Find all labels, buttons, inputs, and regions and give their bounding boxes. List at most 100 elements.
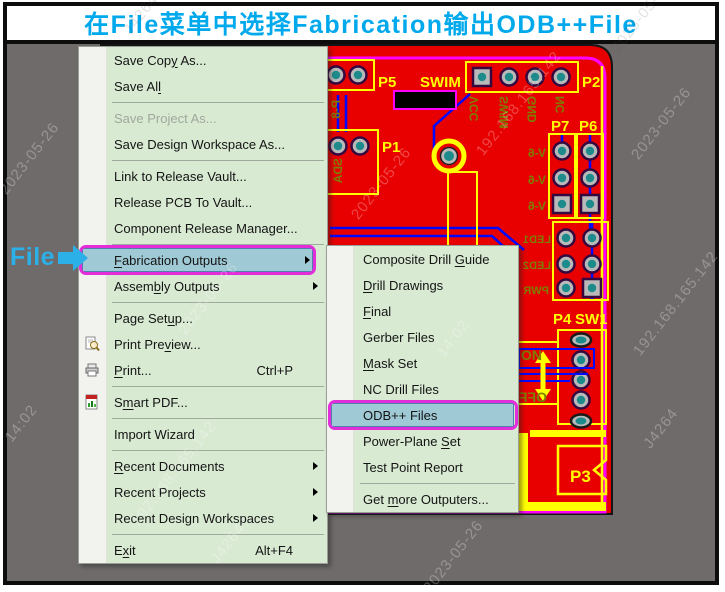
pcb-label-p2: P2 [582,74,600,91]
menu-item-label: Test Point Report [363,460,463,475]
menu-item-recent-design-workspaces[interactable]: Recent Design Workspaces [79,505,327,531]
submenu-arrow-icon [313,282,318,290]
menu-item-odb-files[interactable]: ODB++ Files [327,402,518,428]
pcb-label-p7: P7 [551,118,569,135]
menu-item-exit[interactable]: Exit Alt+F4 [79,537,327,563]
pcb-label-p5: P5 [378,74,396,91]
menu-item-label: Final [363,304,391,319]
submenu-rows: Composite Drill Guide Drill Drawings Final… [327,246,518,512]
menu-item-label: Drill Drawings [363,278,443,293]
pcb-pin-v6b: V-6 [528,173,546,187]
menu-item-label: Get more Outputers... [363,492,489,507]
menu-item-release-pcb-to-vault[interactable]: Release PCB To Vault... [79,189,327,215]
menu-item-label: Power-Plane Set [363,434,461,449]
submenu-arrow-icon [305,256,310,264]
menu-item-page-setup[interactable]: Page Setup... [79,305,327,331]
menu-item-mask-set[interactable]: Mask Set [327,350,518,376]
menu-item-label: Import Wizard [114,427,195,442]
printer-icon [84,362,100,378]
submenu-arrow-icon [313,462,318,470]
menu-item-import-wizard[interactable]: Import Wizard [79,421,327,447]
menu-item-save-project-as[interactable]: Save Project As... [79,105,327,131]
menu-item-label: Recent Projects [114,485,206,500]
submenu-arrow-icon [313,488,318,496]
menu-item-recent-projects[interactable]: Recent Projects [79,479,327,505]
screenshot: P5 SWIM P2 P7 P6 P1 P4 SW1 P3 VCC SWIM G… [0,0,725,592]
pcb-pin-sda: SDA [331,158,345,184]
menu-item-label: Gerber Files [363,330,435,345]
menu-item-label: Save Design Workspace As... [114,137,285,152]
menu-item-get-more-outputers[interactable]: Get more Outputers... [327,486,518,512]
menu-item-label: Fabrication Outputs [114,253,227,268]
pcb-label-swim: SWIM [420,74,461,91]
pcb-label-p1: P1 [382,139,400,156]
menu-item-label: Page Setup... [114,311,193,326]
menu-item-label: Assembly Outputs [114,279,220,294]
menu-item-recent-documents[interactable]: Recent Documents [79,453,327,479]
menu-item-label: NC Drill Files [363,382,439,397]
file-menu-rows: Save Copy As... Save All Save Project As..… [79,47,327,563]
file-menu: Save Copy As... Save All Save Project As..… [78,46,328,564]
tutorial-title: 在File菜单中选择Fabrication输出ODB++File [84,5,638,41]
menu-item-final[interactable]: Final [327,298,518,324]
pcb-label-p6: P6 [579,118,597,135]
menu-item-label: Recent Documents [114,459,225,474]
submenu-arrow-icon [313,514,318,522]
menu-item-component-release-manager[interactable]: Component Release Manager... [79,215,327,241]
menu-item-power-plane-set[interactable]: Power-Plane Set [327,428,518,454]
pcb-pin-p8: P-8 [329,100,343,119]
title-bar: 在File菜单中选择Fabrication输出ODB++File [7,6,715,40]
pcb-component-body [394,91,456,109]
menu-item-label: Print Preview... [114,337,201,352]
menu-item-label: Mask Set [363,356,417,371]
menu-item-link-to-release-vault[interactable]: Link to Release Vault... [79,163,327,189]
menu-item-test-point-report[interactable]: Test Point Report [327,454,518,480]
fabrication-outputs-submenu: Composite Drill Guide Drill Drawings Final… [326,245,519,513]
menu-shortcut: Ctrl+P [257,363,327,378]
menu-item-print-preview[interactable]: Print Preview... [79,331,327,357]
file-callout-label: File [10,243,55,272]
pcb-pin-pwr: PWR [523,285,549,297]
pcb-label-sw1: SW1 [575,311,608,328]
pcb-pin-off: OFF [519,389,547,405]
menu-item-label: Print... [114,363,152,378]
menu-shortcut: Alt+F4 [255,543,327,558]
menu-item-label: Exit [114,543,136,558]
file-callout-arrow-icon [58,252,73,264]
title-divider [7,40,715,44]
menu-item-label: Link to Release Vault... [114,169,247,184]
menu-item-save-copy-as[interactable]: Save Copy As... [79,47,327,73]
pcb-label-p4: P4 [553,311,572,328]
pcb-pin-on: ON [521,347,542,363]
pcb-pin-nc: NC [553,96,567,114]
menu-item-gerber-files[interactable]: Gerber Files [327,324,518,350]
menu-item-composite-drill-guide[interactable]: Composite Drill Guide [327,246,518,272]
menu-item-label: Save All [114,79,161,94]
menu-item-print[interactable]: Print... Ctrl+P [79,357,327,383]
menu-item-smart-pdf[interactable]: Smart PDF... [79,389,327,415]
file-callout-arrowhead-icon [73,245,88,271]
menu-item-save-design-workspace-as[interactable]: Save Design Workspace As... [79,131,327,157]
menu-item-label: Save Project As... [114,111,217,126]
pcb-pin-led2: LED2 [523,260,551,272]
menu-item-label: Release PCB To Vault... [114,195,252,210]
menu-item-nc-drill-files[interactable]: NC Drill Files [327,376,518,402]
menu-item-save-all[interactable]: Save All [79,73,327,99]
menu-item-label: Save Copy As... [114,53,207,68]
menu-item-label: Recent Design Workspaces [114,511,274,526]
menu-item-label: Component Release Manager... [114,221,298,236]
pcb-pin-v6a: V-6 [528,146,546,160]
pcb-pin-vcc: VCC [467,96,481,122]
pcb-label-p3: P3 [570,467,591,486]
pcb-pin-gnd: GND [525,96,539,123]
pcb-pin-led1: LED1 [523,234,551,246]
menu-item-drill-drawings[interactable]: Drill Drawings [327,272,518,298]
pcb-pin-v6c: V-6 [528,199,546,213]
print-preview-icon [84,336,100,352]
menu-item-label: ODB++ Files [363,408,437,423]
menu-item-label: Composite Drill Guide [363,252,489,267]
menu-item-assembly-outputs[interactable]: Assembly Outputs [79,273,327,299]
menu-item-label: Smart PDF... [114,395,188,410]
smart-pdf-icon [84,394,100,410]
menu-item-fabrication-outputs[interactable]: Fabrication Outputs [79,247,327,273]
